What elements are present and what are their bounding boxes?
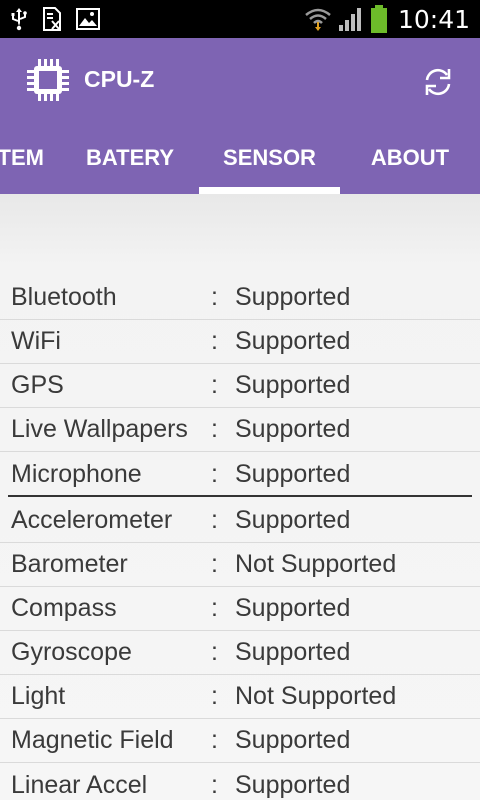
- image-icon: [76, 8, 100, 30]
- chip-icon: [26, 58, 70, 102]
- feature-value: Supported: [235, 283, 351, 311]
- feature-value: Supported: [235, 459, 351, 488]
- separator: :: [211, 682, 218, 710]
- refresh-icon: [422, 66, 454, 98]
- list-item: GPS : Supported: [0, 364, 480, 408]
- separator: :: [211, 415, 218, 443]
- sim-missing-icon: [42, 7, 62, 31]
- app-bar: CPU-Z TEM BATERY SENSOR ABOUT: [0, 38, 480, 194]
- separator: :: [211, 327, 218, 355]
- sensor-label: Accelerometer: [11, 506, 173, 534]
- feature-label: Bluetooth: [11, 283, 117, 311]
- separator: :: [211, 459, 218, 488]
- tab-label: TEM: [0, 145, 44, 170]
- system-icons: 10:41: [304, 5, 470, 34]
- list-item: WiFi : Supported: [0, 320, 480, 364]
- sensor-label: Barometer: [11, 550, 128, 578]
- separator: :: [211, 638, 218, 666]
- list-item: Accelerometer : Supported: [0, 499, 480, 543]
- sensor-label: Compass: [11, 594, 117, 622]
- sensor-label: Magnetic Field: [11, 726, 174, 754]
- tab-bar: TEM BATERY SENSOR ABOUT: [0, 122, 480, 194]
- status-clock: 10:41: [397, 4, 470, 34]
- notification-icons: [10, 7, 100, 31]
- separator: :: [211, 506, 218, 534]
- feature-value: Supported: [235, 415, 351, 443]
- feature-label: GPS: [11, 371, 64, 399]
- list-item: Light : Not Supported: [0, 675, 480, 719]
- sensor-label: Gyroscope: [11, 638, 132, 666]
- sensor-list: Bluetooth : Supported WiFi : Supported G…: [0, 194, 480, 800]
- tab-about[interactable]: ABOUT: [340, 122, 480, 194]
- sensor-value: Supported: [235, 726, 351, 754]
- status-bar: 10:41: [0, 0, 480, 38]
- separator: :: [211, 594, 218, 622]
- list-item: Live Wallpapers : Supported: [0, 408, 480, 452]
- separator: :: [211, 550, 218, 578]
- wifi-icon: [304, 6, 332, 32]
- list-item: Magnetic Field : Supported: [0, 719, 480, 763]
- list-item: Bluetooth : Supported: [0, 276, 480, 320]
- sensor-value: Supported: [235, 770, 351, 799]
- sensor-label: Linear Accel: [11, 770, 148, 799]
- list-item: Gyroscope : Supported: [0, 631, 480, 675]
- feature-label: Microphone: [11, 459, 142, 488]
- tab-system[interactable]: TEM: [0, 122, 44, 194]
- section-divider: [8, 495, 472, 497]
- separator: :: [211, 283, 218, 311]
- list-item: Barometer : Not Supported: [0, 543, 480, 587]
- feature-value: Supported: [235, 371, 351, 399]
- refresh-button[interactable]: [418, 62, 458, 102]
- separator: :: [211, 726, 218, 754]
- separator: :: [211, 371, 218, 399]
- sensor-value: Supported: [235, 506, 351, 534]
- app-title: CPU-Z: [84, 66, 155, 92]
- sensor-value: Not Supported: [235, 682, 397, 710]
- list-item: Compass : Supported: [0, 587, 480, 631]
- battery-icon: [370, 5, 388, 33]
- feature-label: WiFi: [11, 327, 61, 355]
- sensor-value: Not Supported: [235, 550, 397, 578]
- usb-icon: [10, 7, 28, 31]
- list-item: Microphone : Supported: [0, 452, 480, 496]
- list-item: Linear Accel : Supported: [0, 763, 480, 800]
- tab-battery[interactable]: BATERY: [60, 122, 200, 194]
- separator: :: [211, 770, 218, 799]
- tab-label: ABOUT: [370, 145, 450, 170]
- sensor-value: Supported: [235, 638, 351, 666]
- feature-value: Supported: [235, 327, 351, 355]
- sensor-label: Light: [11, 682, 66, 710]
- title-row: CPU-Z: [0, 38, 480, 122]
- sensor-value: Supported: [235, 594, 351, 622]
- signal-icon: [338, 7, 364, 31]
- feature-label: Live Wallpapers: [11, 415, 188, 443]
- tab-label: BATERY: [86, 145, 174, 170]
- tab-label: SENSOR: [223, 145, 316, 170]
- tab-sensor[interactable]: SENSOR: [199, 122, 340, 194]
